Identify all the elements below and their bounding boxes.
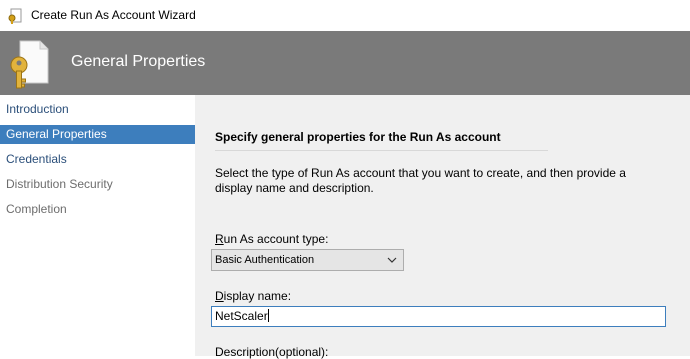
display-name-input[interactable]: NetScaler <box>211 306 666 327</box>
title-bar: Create Run As Account Wizard <box>0 0 690 31</box>
wizard-banner: General Properties <box>0 31 690 95</box>
sidebar-item-distribution-security: Distribution Security <box>6 177 113 191</box>
sidebar-item-general-properties[interactable]: General Properties <box>0 125 195 144</box>
display-name-label-accesskey: D <box>215 289 224 303</box>
sidebar-item-credentials[interactable]: Credentials <box>0 150 195 169</box>
account-type-label: Run As account type: <box>215 232 328 246</box>
section-description: Select the type of Run As account that y… <box>215 166 626 195</box>
text-caret <box>267 309 269 322</box>
window-title: Create Run As Account Wizard <box>31 8 196 22</box>
section-title: Specify general properties for the Run A… <box>215 130 501 144</box>
account-type-label-accesskey: R <box>215 232 224 246</box>
wizard-app-icon <box>8 8 22 24</box>
account-type-dropdown[interactable]: Basic Authentication <box>211 249 404 271</box>
key-document-icon <box>10 40 49 89</box>
wizard-content-pane: Specify general properties for the Run A… <box>195 95 690 359</box>
sidebar-item-completion: Completion <box>6 202 67 216</box>
display-name-value: NetScaler <box>215 309 268 323</box>
chevron-down-icon <box>387 257 397 263</box>
display-name-label: Display name: <box>215 289 291 303</box>
sidebar-item-introduction[interactable]: Introduction <box>0 100 195 119</box>
section-divider <box>215 150 548 151</box>
account-type-selected-value: Basic Authentication <box>215 254 315 266</box>
account-type-label-text: un As account type: <box>223 232 329 246</box>
display-name-label-text: isplay name: <box>223 289 292 303</box>
description-label: Description(optional): <box>215 345 329 359</box>
wizard-steps-sidebar: Introduction General Properties Credenti… <box>0 95 195 356</box>
page-heading: General Properties <box>71 53 206 70</box>
